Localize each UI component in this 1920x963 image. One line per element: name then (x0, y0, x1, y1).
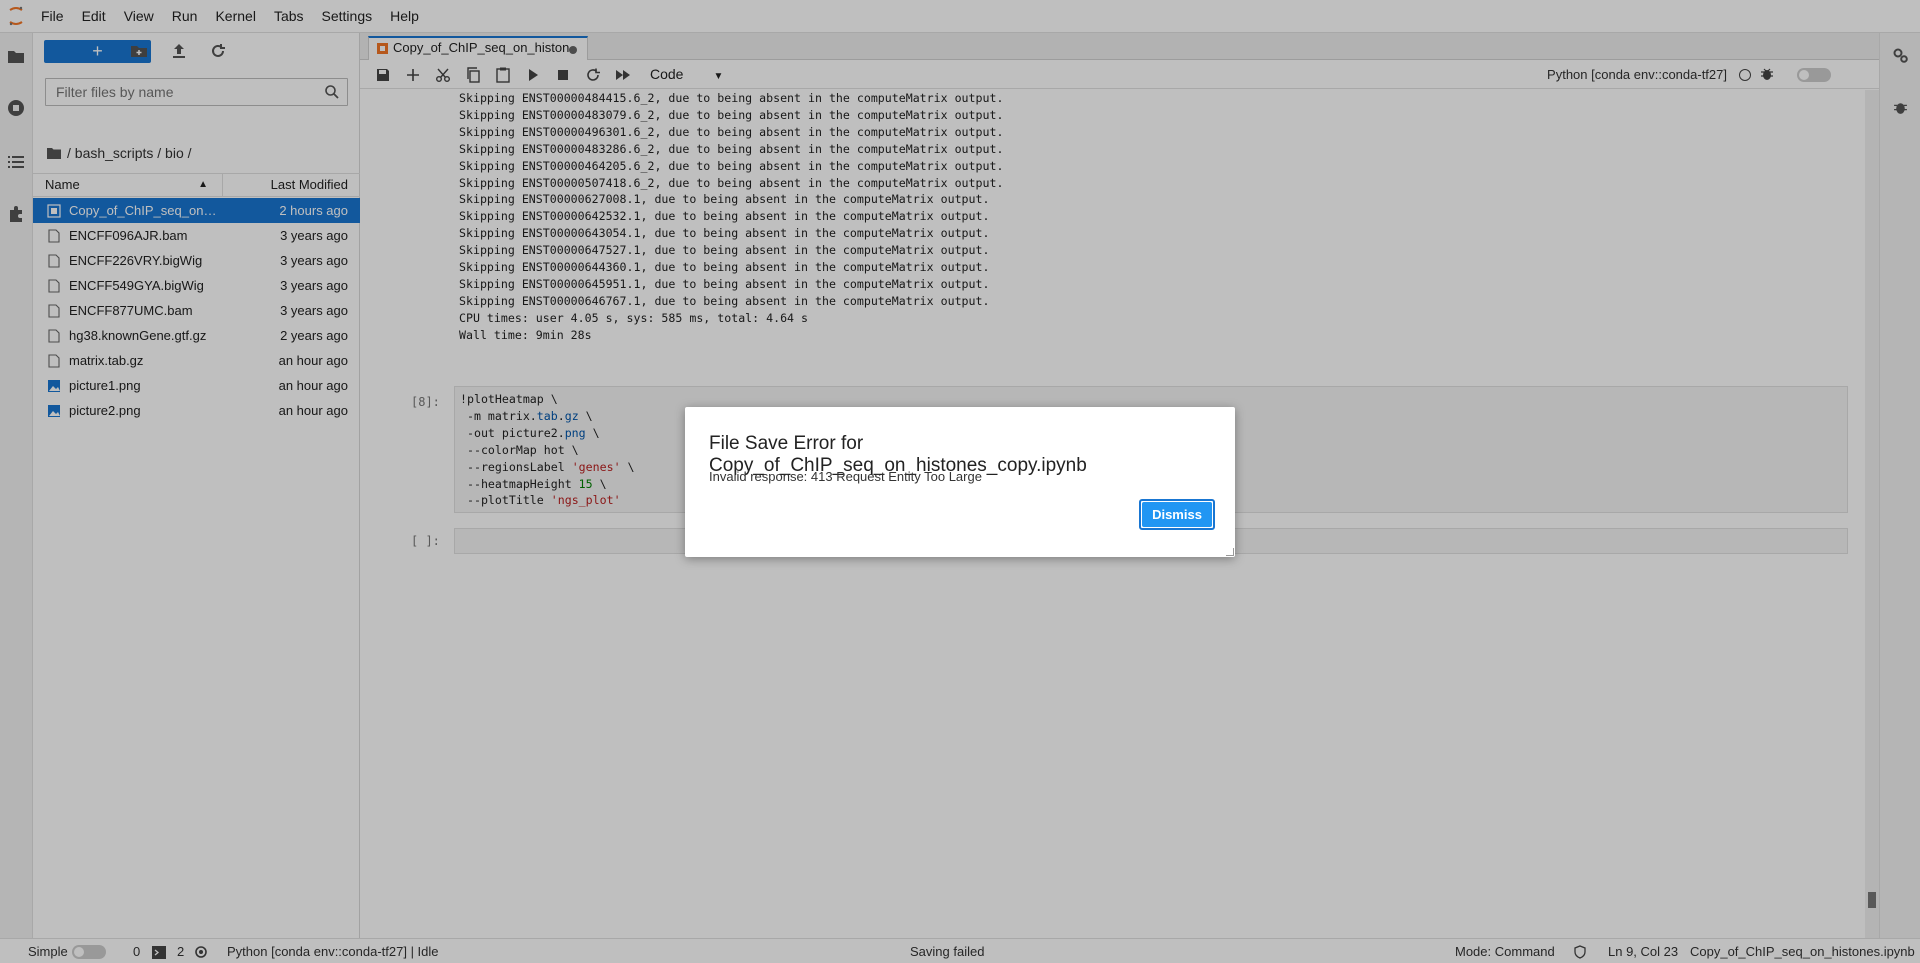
dismiss-button[interactable]: Dismiss (1139, 499, 1215, 530)
file-save-error-dialog: File Save Error for Copy_of_ChIP_seq_on_… (685, 407, 1235, 557)
dialog-message: Invalid response: 413 Request Entity Too… (709, 469, 982, 484)
resize-grip-icon[interactable] (1226, 548, 1234, 556)
